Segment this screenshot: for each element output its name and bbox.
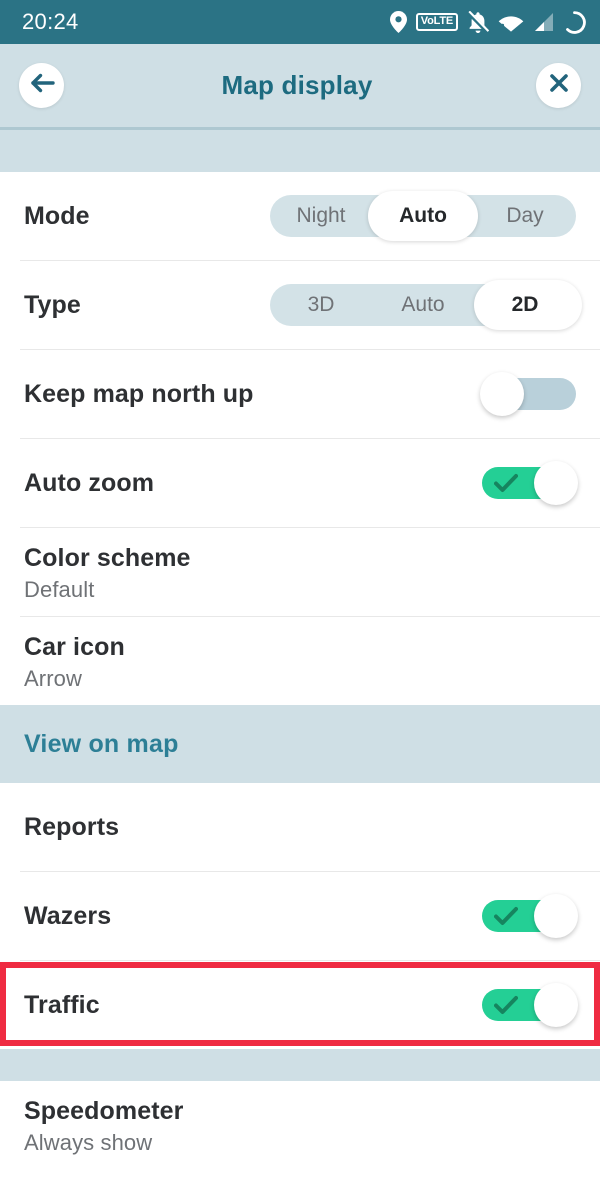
section-title: View on map bbox=[24, 729, 179, 758]
checkmark-icon bbox=[494, 473, 518, 498]
app-bar: Map display bbox=[0, 44, 600, 127]
mode-option-auto[interactable]: Auto bbox=[372, 195, 474, 237]
speedometer-value: Always show bbox=[24, 1130, 153, 1155]
toggle-knob bbox=[534, 983, 578, 1027]
settings-list: Mode Night Auto Day Type 3D Auto 2D Keep… bbox=[0, 172, 600, 1169]
app-bar-band-filler bbox=[0, 130, 600, 172]
settings-row-auto-zoom[interactable]: Auto zoom bbox=[0, 439, 600, 527]
cellular-signal-icon bbox=[533, 12, 554, 32]
settings-row-traffic[interactable]: Traffic bbox=[0, 961, 600, 1049]
settings-row-mode[interactable]: Mode Night Auto Day bbox=[0, 172, 600, 260]
checkmark-icon bbox=[494, 906, 518, 931]
battery-charging-circle-icon bbox=[563, 10, 586, 34]
speedometer-label: Speedometer bbox=[24, 1097, 184, 1125]
mode-option-night[interactable]: Night bbox=[270, 195, 372, 237]
page-title: Map display bbox=[221, 70, 373, 100]
volte-badge-icon: VoLTE bbox=[415, 13, 458, 31]
mode-label: Mode bbox=[24, 201, 90, 230]
reports-label: Reports bbox=[24, 812, 120, 841]
type-option-auto[interactable]: Auto bbox=[372, 284, 474, 326]
settings-row-speedometer[interactable]: Speedometer Always show bbox=[0, 1081, 600, 1169]
settings-row-keep-map-north-up[interactable]: Keep map north up bbox=[0, 350, 600, 438]
settings-row-car-icon[interactable]: Car icon Arrow bbox=[0, 617, 600, 705]
notifications-muted-icon bbox=[467, 10, 489, 34]
type-option-3d[interactable]: 3D bbox=[270, 284, 372, 326]
type-option-2d[interactable]: 2D bbox=[474, 284, 576, 326]
map-display-settings-screen: 20:24 VoLTE Map display Mode Night Auto … bbox=[0, 0, 600, 1178]
arrow-left-icon bbox=[29, 70, 55, 101]
close-icon bbox=[547, 71, 571, 100]
color-scheme-label: Color scheme bbox=[24, 544, 191, 572]
settings-row-type[interactable]: Type 3D Auto 2D bbox=[0, 261, 600, 349]
location-pin-icon bbox=[389, 11, 407, 33]
color-scheme-value: Default bbox=[24, 577, 95, 602]
section-spacer-band bbox=[0, 1049, 600, 1081]
toggle-knob bbox=[534, 461, 578, 505]
settings-row-color-scheme[interactable]: Color scheme Default bbox=[0, 528, 600, 616]
type-segmented-control[interactable]: 3D Auto 2D bbox=[270, 280, 582, 330]
mode-segmented-control[interactable]: Night Auto Day bbox=[270, 191, 576, 241]
checkmark-icon bbox=[494, 995, 518, 1020]
keep-map-north-up-toggle[interactable] bbox=[480, 372, 576, 416]
settings-row-reports[interactable]: Reports bbox=[0, 783, 600, 871]
car-icon-text: Car icon Arrow bbox=[24, 633, 125, 692]
section-header-view-on-map: View on map bbox=[0, 705, 600, 783]
status-bar: 20:24 VoLTE bbox=[0, 0, 600, 44]
speedometer-text: Speedometer Always show bbox=[24, 1097, 184, 1156]
toggle-knob bbox=[534, 894, 578, 938]
auto-zoom-toggle[interactable] bbox=[482, 461, 578, 505]
wazers-label: Wazers bbox=[24, 901, 112, 930]
status-bar-icons: VoLTE bbox=[389, 10, 586, 34]
status-bar-clock: 20:24 bbox=[22, 9, 79, 34]
mode-option-day[interactable]: Day bbox=[474, 195, 576, 237]
car-icon-value: Arrow bbox=[24, 666, 82, 691]
auto-zoom-label: Auto zoom bbox=[24, 468, 155, 497]
color-scheme-text: Color scheme Default bbox=[24, 544, 191, 603]
wazers-toggle[interactable] bbox=[482, 894, 578, 938]
settings-row-wazers[interactable]: Wazers bbox=[0, 872, 600, 960]
toggle-knob bbox=[480, 372, 524, 416]
traffic-toggle[interactable] bbox=[482, 983, 578, 1027]
keep-map-north-up-label: Keep map north up bbox=[24, 379, 254, 408]
car-icon-label: Car icon bbox=[24, 633, 125, 661]
wifi-icon bbox=[498, 12, 524, 32]
traffic-label: Traffic bbox=[24, 990, 100, 1019]
type-label: Type bbox=[24, 290, 81, 319]
close-button[interactable] bbox=[536, 63, 581, 108]
